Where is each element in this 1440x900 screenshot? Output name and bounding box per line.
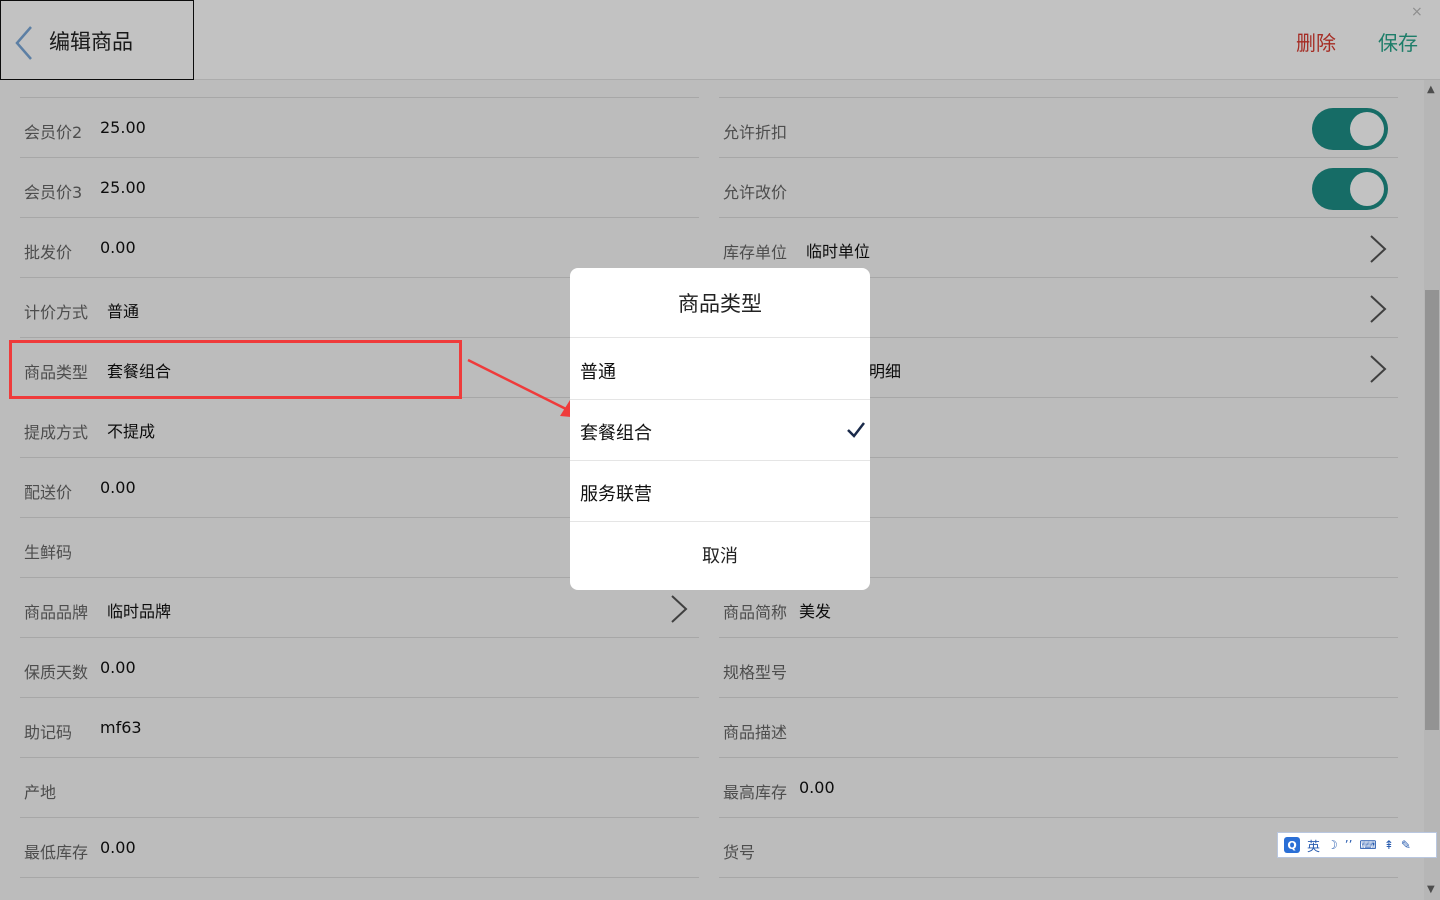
option-service-joint[interactable]: 服务联营 [570, 461, 870, 522]
wrench-icon[interactable]: ✎ [1401, 838, 1411, 852]
annotation-highlight-box [9, 340, 462, 399]
ime-toolbar[interactable]: Q 英 ☽ ’’ ⌨ ⇞ ✎ [1277, 832, 1437, 858]
ime-language-mode[interactable]: 英 [1307, 836, 1320, 855]
dialog-title: 商品类型 [570, 268, 870, 338]
product-type-dialog: 商品类型 普通 套餐组合 服务联营 取消 [570, 268, 870, 590]
option-label: 服务联营 [580, 484, 652, 505]
option-label: 套餐组合 [580, 423, 652, 444]
punctuation-icon[interactable]: ’’ [1345, 838, 1353, 852]
tools-icon[interactable]: ⇞ [1384, 838, 1394, 852]
option-combo-package[interactable]: 套餐组合 [570, 400, 870, 461]
moon-icon[interactable]: ☽ [1327, 838, 1338, 852]
cancel-button[interactable]: 取消 [570, 521, 870, 590]
checkmark-icon [847, 422, 865, 438]
option-label: 普通 [580, 362, 616, 383]
keyboard-icon[interactable]: ⌨ [1359, 838, 1376, 852]
option-normal[interactable]: 普通 [570, 339, 870, 400]
ime-logo-icon[interactable]: Q [1284, 837, 1300, 853]
